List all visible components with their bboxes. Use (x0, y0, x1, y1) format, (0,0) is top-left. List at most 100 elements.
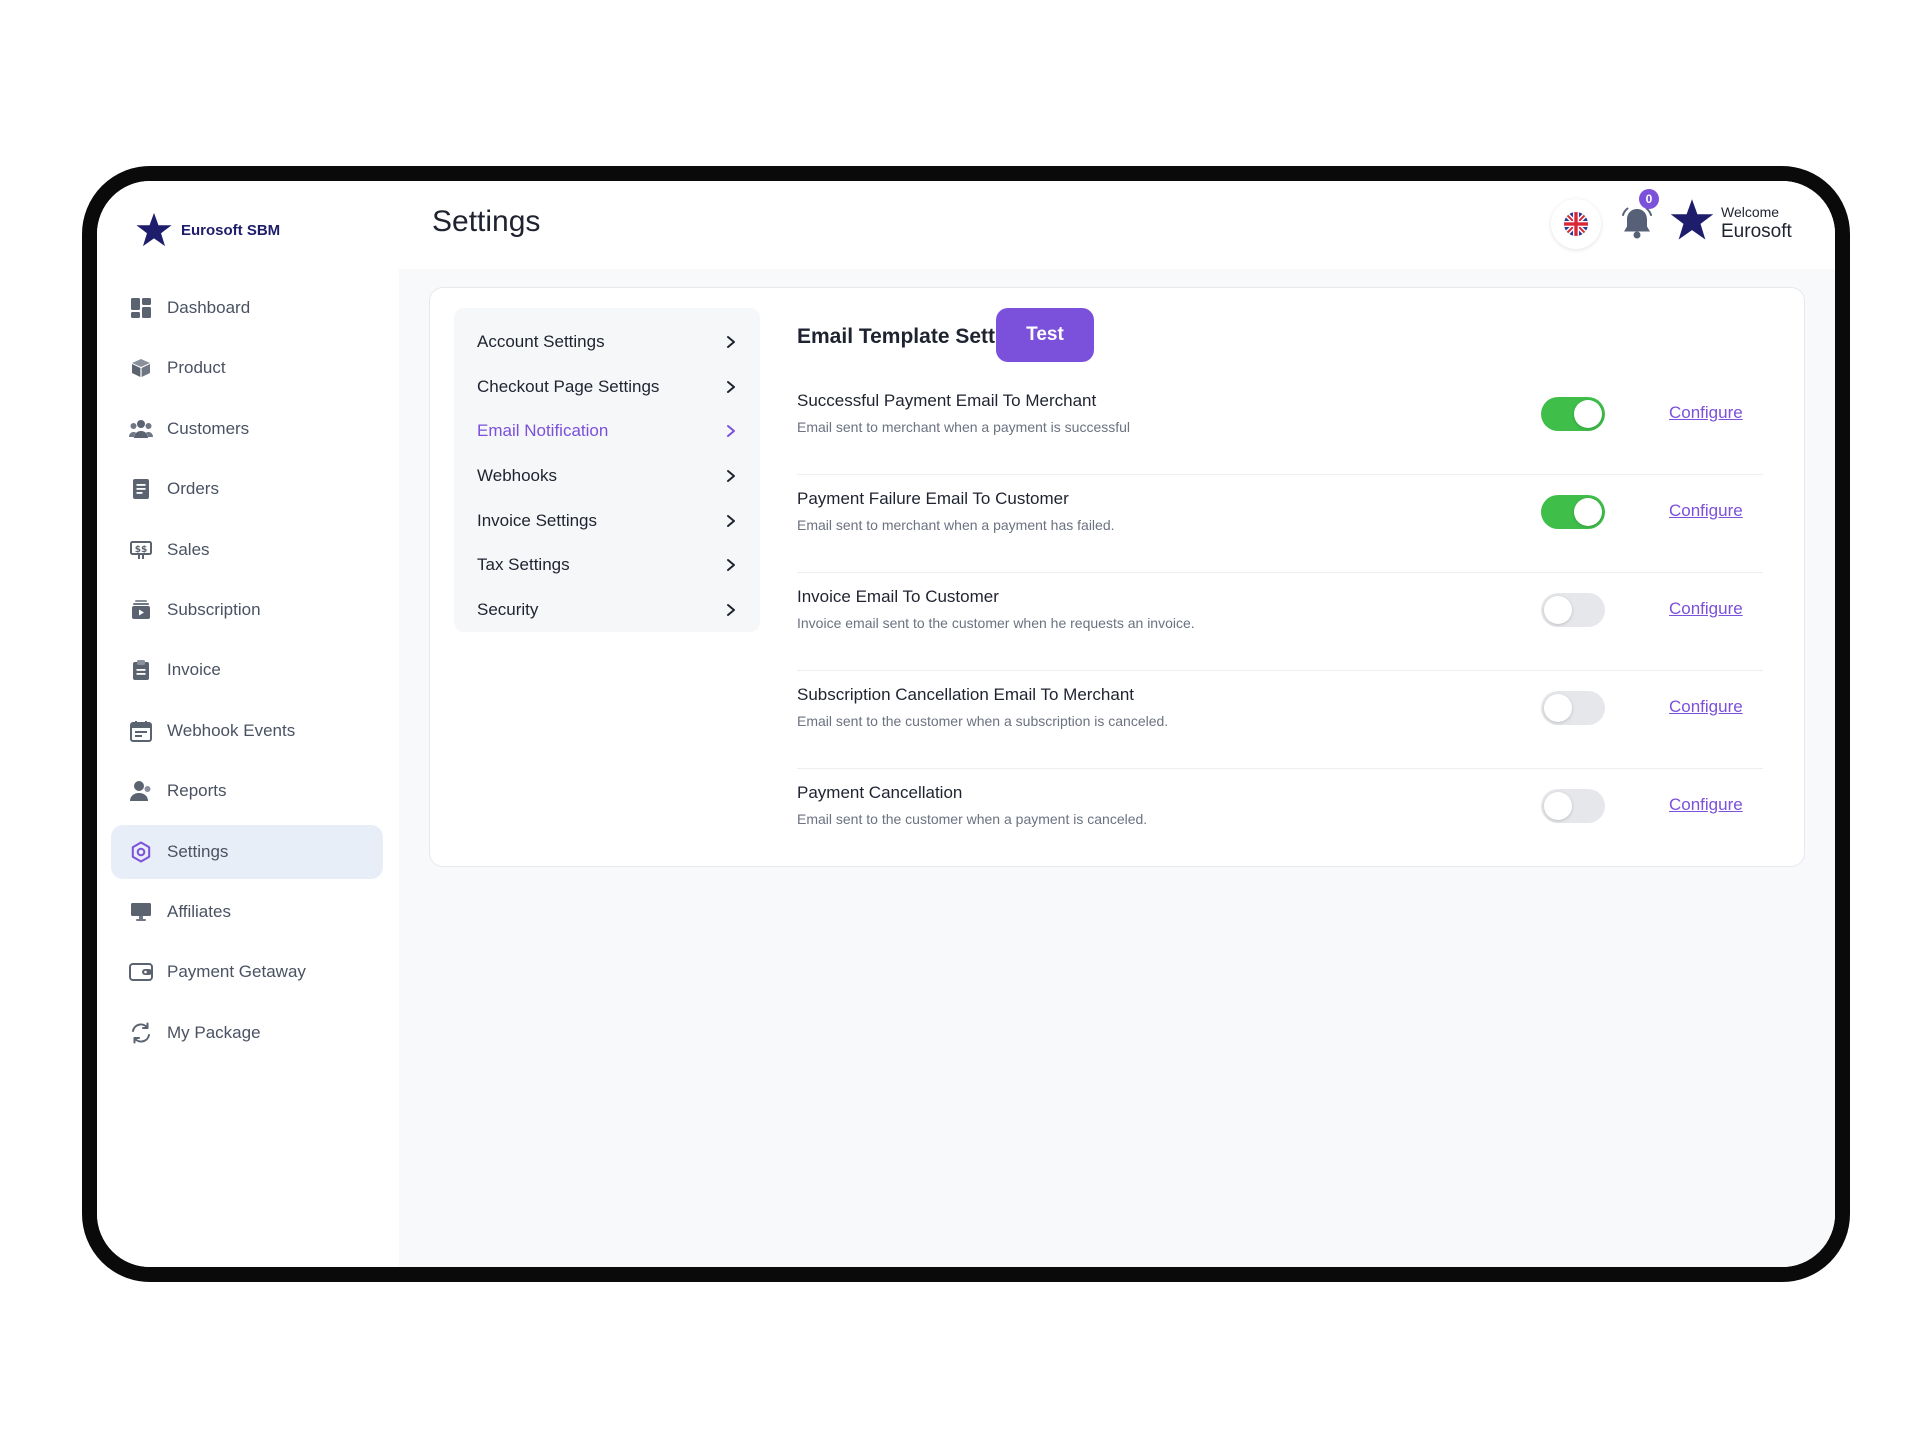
user-avatar-star-icon[interactable] (1669, 197, 1715, 243)
sidebar-item-my-package[interactable]: My Package (111, 1006, 383, 1060)
sidebar-item-affiliates[interactable]: Affiliates (111, 885, 383, 939)
screen: Eurosoft SBM Dashboard Product Customers… (97, 181, 1835, 1267)
enable-toggle[interactable] (1541, 789, 1605, 823)
configure-link[interactable]: Configure (1669, 501, 1743, 521)
topbar: Settings 0 Welcome Eurosoft (399, 181, 1835, 269)
sidebar-item-dashboard[interactable]: Dashboard (111, 281, 383, 335)
page-title: Settings (432, 205, 541, 238)
configure-link[interactable]: Configure (1669, 403, 1743, 423)
email-template-row: Payment Cancellation Email sent to the c… (797, 769, 1763, 867)
sidebar-item-orders[interactable]: Orders (111, 462, 383, 516)
submenu-item-label: Webhooks (477, 466, 558, 486)
calendar-icon (129, 719, 153, 743)
toggle-knob (1544, 694, 1572, 722)
brand-logo[interactable]: Eurosoft SBM (135, 211, 280, 249)
box-icon (129, 356, 153, 380)
chevron-right-icon (727, 470, 735, 483)
user-greeting[interactable]: Welcome Eurosoft (1721, 203, 1792, 243)
row-title: Successful Payment Email To Merchant (797, 391, 1097, 410)
sidebar-item-customers[interactable]: Customers (111, 402, 383, 456)
email-template-row: Successful Payment Email To Merchant Ema… (797, 377, 1763, 475)
sidebar-item-payment-getaway[interactable]: Payment Getaway (111, 945, 383, 999)
sidebar-item-label: My Package (167, 1022, 261, 1042)
email-template-list: Successful Payment Email To Merchant Ema… (797, 377, 1763, 867)
welcome-text: Welcome (1721, 204, 1780, 220)
sidebar-item-label: Subscription (167, 599, 261, 619)
row-description: Email sent to the customer when a paymen… (797, 811, 1148, 827)
configure-link[interactable]: Configure (1669, 795, 1743, 815)
submenu-item-label: Email Notification (477, 421, 609, 441)
submenu-item-label: Security (477, 599, 539, 619)
submenu-item-label: Account Settings (477, 332, 605, 352)
submenu-item-account-settings[interactable]: Account Settings (454, 320, 760, 365)
chevron-right-icon (727, 603, 735, 616)
sidebar-item-label: Affiliates (167, 901, 231, 921)
sidebar-item-invoice[interactable]: Invoice (111, 643, 383, 697)
toggle-knob (1574, 498, 1602, 526)
sidebar-item-label: Reports (167, 781, 227, 801)
money-icon: $$ (129, 538, 153, 562)
language-selector[interactable] (1551, 199, 1601, 249)
chevron-right-icon (727, 336, 735, 349)
sidebar-nav: Dashboard Product Customers Orders $$ Sa… (111, 281, 383, 1066)
svg-text:$$: $$ (135, 545, 148, 555)
chevron-right-icon (727, 514, 735, 527)
dashboard-icon (129, 296, 153, 320)
email-template-row: Payment Failure Email To Customer Email … (797, 475, 1763, 573)
sidebar-item-label: Orders (167, 479, 219, 499)
sidebar-item-label: Dashboard (167, 298, 251, 317)
submenu-item-tax-settings[interactable]: Tax Settings (454, 543, 760, 588)
subscription-icon (129, 598, 153, 622)
email-template-row: Subscription Cancellation Email To Merch… (797, 671, 1763, 769)
sidebar-item-product[interactable]: Product (111, 341, 383, 395)
notification-count-badge: 0 (1639, 189, 1659, 209)
submenu-item-checkout-page-settings[interactable]: Checkout Page Settings (454, 365, 760, 410)
sidebar-item-reports[interactable]: Reports (111, 764, 383, 818)
sidebar-item-label: Customers (167, 418, 250, 438)
star-logo-icon (136, 212, 172, 247)
sidebar-item-subscription[interactable]: Subscription (111, 583, 383, 637)
sidebar-item-sales[interactable]: $$ Sales (111, 523, 383, 577)
row-title: Subscription Cancellation Email To Merch… (797, 685, 1135, 704)
user-name: Eurosoft (1721, 221, 1792, 242)
configure-link[interactable]: Configure (1669, 599, 1743, 619)
submenu-item-email-notification[interactable]: Email Notification (454, 409, 760, 454)
sidebar-item-settings[interactable]: Settings (111, 824, 383, 879)
row-description: Invoice email sent to the customer when … (797, 615, 1195, 631)
email-template-row: Invoice Email To Customer Invoice email … (797, 573, 1763, 671)
test-button[interactable]: Test (996, 308, 1094, 362)
settings-submenu: Account Settings Checkout Page Settings … (454, 308, 760, 632)
row-title: Payment Cancellation (797, 783, 963, 802)
toggle-knob (1544, 792, 1572, 820)
enable-toggle[interactable] (1541, 691, 1605, 725)
main-area: Settings 0 Welcome Eurosoft Account Sett… (399, 181, 1835, 1267)
enable-toggle[interactable] (1541, 495, 1605, 529)
submenu-item-invoice-settings[interactable]: Invoice Settings (454, 498, 760, 543)
user-icon (129, 779, 153, 803)
monitor-icon (129, 900, 153, 924)
chevron-right-icon (727, 559, 735, 572)
row-title: Payment Failure Email To Customer (797, 489, 1069, 508)
row-description: Email sent to merchant when a payment ha… (797, 517, 1115, 533)
sidebar-item-label: Webhook Events (167, 720, 296, 740)
row-description: Email sent to merchant when a payment is… (797, 419, 1131, 435)
enable-toggle[interactable] (1541, 397, 1605, 431)
users-icon (129, 417, 153, 441)
device-frame: Eurosoft SBM Dashboard Product Customers… (82, 166, 1850, 1282)
toggle-knob (1544, 596, 1572, 624)
wallet-icon (129, 960, 153, 984)
brand-name: Eurosoft SBM (181, 221, 281, 239)
document-icon (129, 477, 153, 501)
configure-link[interactable]: Configure (1669, 697, 1743, 717)
submenu-item-label: Invoice Settings (477, 510, 598, 530)
gear-icon (129, 840, 153, 864)
sidebar-item-label: Invoice (167, 660, 221, 680)
enable-toggle[interactable] (1541, 593, 1605, 627)
refresh-icon (129, 1021, 153, 1045)
sidebar-item-webhook-events[interactable]: Webhook Events (111, 704, 383, 758)
sidebar-item-label: Payment Getaway (167, 962, 306, 982)
submenu-item-security[interactable]: Security (454, 588, 760, 633)
submenu-item-label: Tax Settings (477, 555, 570, 575)
submenu-item-webhooks[interactable]: Webhooks (454, 454, 760, 499)
row-title: Invoice Email To Customer (797, 587, 999, 606)
